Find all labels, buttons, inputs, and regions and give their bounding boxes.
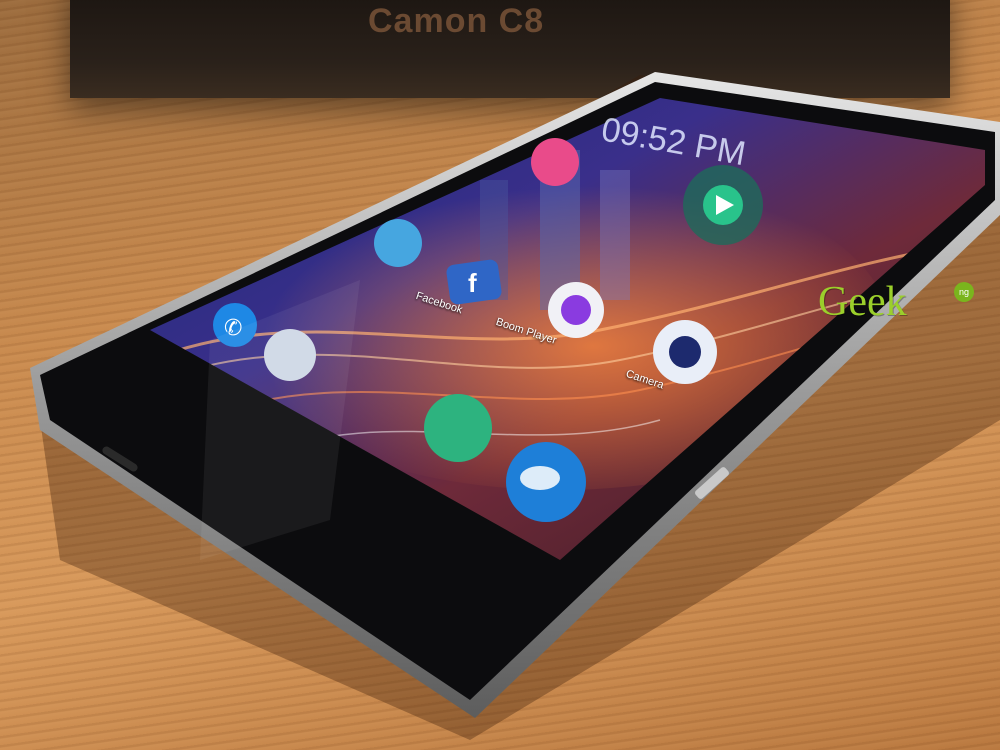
facebook-glyph: f (468, 268, 477, 298)
geek-watermark-badge: ng (954, 282, 974, 302)
photo-scene: Camon C8 09:52 PM f ✆ Facebook Boom Play… (0, 0, 1000, 750)
whatsapp-icon[interactable] (531, 138, 579, 186)
geek-watermark: Geek (818, 279, 907, 325)
whatsapp-icon[interactable] (374, 219, 422, 267)
messages-icon[interactable] (424, 394, 492, 462)
smartphone: 09:52 PM f ✆ (30, 72, 1000, 740)
